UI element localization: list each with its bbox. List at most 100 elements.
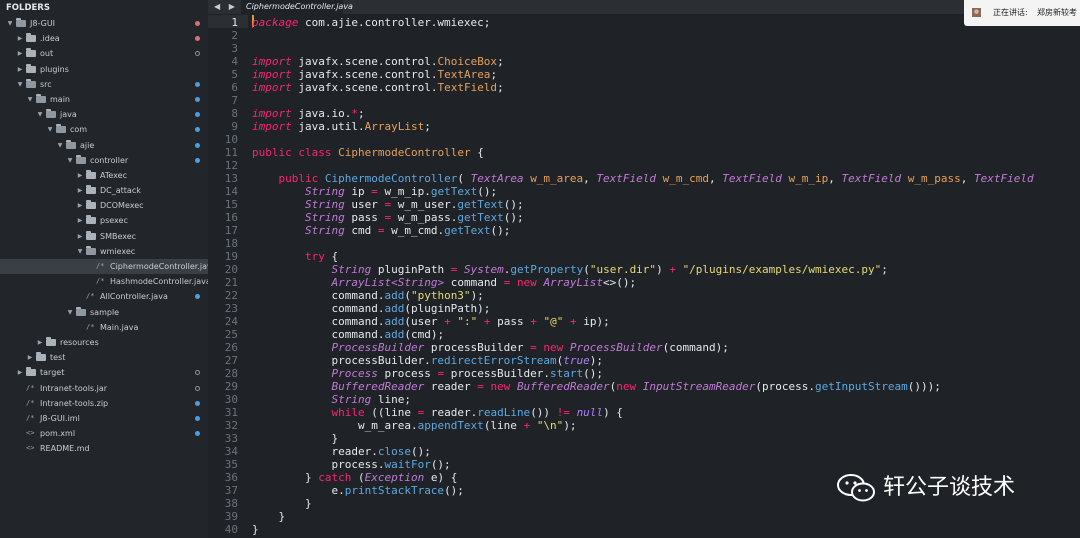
status-dot	[195, 81, 200, 87]
tree-item-intranet-tools-jar[interactable]: /* Intranet-tools.jar	[0, 381, 208, 396]
tree-item-controller[interactable]: ▼ controller	[0, 153, 208, 168]
line-number: 6	[231, 81, 238, 94]
tree-item-hashmodecontroller-java[interactable]: /* HashmodeController.java	[0, 274, 208, 289]
code-line[interactable]: Process process = processBuilder.start()…	[252, 367, 603, 380]
code-line[interactable]: ArrayList<String> command = new ArrayLis…	[252, 276, 636, 289]
code-line[interactable]: } catch (Exception e) {	[252, 471, 457, 484]
code-line[interactable]: String cmd = w_m_cmd.getText();	[252, 224, 510, 237]
tree-item-main[interactable]: ▼ main	[0, 92, 208, 107]
tree-item-com[interactable]: ▼ com	[0, 122, 208, 137]
code-line[interactable]: public CiphermodeController( TextArea w_…	[252, 172, 1034, 185]
code-line[interactable]: String user = w_m_user.getText();	[252, 198, 524, 211]
chevron-right-icon[interactable]: ▶	[16, 46, 24, 61]
chevron-right-icon[interactable]: ▶	[16, 62, 24, 77]
chevron-right-icon[interactable]: ▶	[76, 198, 84, 213]
chevron-right-icon[interactable]: ▶	[26, 350, 34, 365]
chevron-down-icon[interactable]: ▼	[66, 305, 74, 320]
tree-item-ajie[interactable]: ▼ ajie	[0, 138, 208, 153]
chevron-right-icon[interactable]: ▶	[76, 183, 84, 198]
code-line[interactable]: processBuilder.redirectErrorStream(true)…	[252, 354, 603, 367]
chevron-down-icon[interactable]: ▼	[26, 92, 34, 107]
code-line[interactable]: String line;	[252, 393, 411, 406]
tree-item-pom-xml[interactable]: <> pom.xml	[0, 426, 208, 441]
code-line[interactable]: }	[252, 510, 285, 523]
tree-item-dcomexec[interactable]: ▶ DCOMexec	[0, 198, 208, 213]
code-line[interactable]: reader.close();	[252, 445, 430, 458]
code-line[interactable]: command.add(user + ":" + pass + "@" + ip…	[252, 315, 609, 328]
code-token: add	[384, 289, 405, 302]
code-line[interactable]: BufferedReader reader = new BufferedRead…	[252, 380, 940, 393]
status-dot	[195, 51, 200, 57]
code-line[interactable]: process.waitFor();	[252, 458, 450, 471]
chevron-right-icon[interactable]: ▶	[36, 335, 44, 350]
tree-item-atexec[interactable]: ▶ ATexec	[0, 168, 208, 183]
chevron-down-icon[interactable]: ▼	[6, 16, 14, 31]
code-line[interactable]: import javafx.scene.control.TextField;	[252, 81, 504, 94]
tree-item-dc-attack[interactable]: ▶ DC_attack	[0, 183, 208, 198]
tree-item--idea[interactable]: ▶ .idea	[0, 31, 208, 46]
code-line[interactable]: while ((line = reader.readLine()) != nul…	[252, 406, 622, 419]
code-line[interactable]: try {	[252, 250, 338, 263]
chevron-down-icon[interactable]: ▼	[66, 153, 74, 168]
chevron-down-icon[interactable]: ▼	[36, 107, 44, 122]
tree-item-j8-gui[interactable]: ▼ J8-GUI	[0, 16, 208, 31]
chevron-down-icon[interactable]: ▼	[16, 77, 24, 92]
code-line[interactable]: import javafx.scene.control.ChoiceBox;	[252, 55, 504, 68]
code-line[interactable]: import javafx.scene.control.TextArea;	[252, 68, 497, 81]
tree-item-label: README.md	[40, 444, 90, 454]
chevron-down-icon[interactable]: ▼	[76, 244, 84, 259]
code-line[interactable]: command.add("python3");	[252, 289, 483, 302]
tree-item-target[interactable]: ▶ target	[0, 365, 208, 380]
code-line[interactable]: e.printStackTrace();	[252, 484, 463, 497]
code-line[interactable]: }	[252, 497, 312, 510]
code-line[interactable]: import java.util.ArrayList;	[252, 120, 431, 133]
chevron-right-icon[interactable]: ▶	[76, 168, 84, 183]
tree-item-wmiexec[interactable]: ▼ wmiexec	[0, 244, 208, 259]
tree-item-label: SMBexec	[100, 231, 137, 241]
chevron-right-icon[interactable]: ▶	[76, 213, 84, 228]
code-token: Exception	[364, 471, 425, 484]
code-editor[interactable]: package com.ajie.controller.wmiexec; impo…	[252, 14, 1080, 538]
code-token: reader	[424, 380, 478, 393]
tree-item-psexec[interactable]: ▶ psexec	[0, 213, 208, 228]
tree-item-resources[interactable]: ▶ resources	[0, 335, 208, 350]
code-token: true	[563, 354, 590, 367]
chevron-down-icon[interactable]: ▼	[56, 138, 64, 153]
code-line[interactable]: public class CiphermodeController {	[252, 146, 484, 159]
tree-item-main-java[interactable]: /* Main.java	[0, 320, 208, 335]
code-line[interactable]: w_m_area.appendText(line + "\n");	[252, 419, 577, 432]
tree-item-test[interactable]: ▶ test	[0, 350, 208, 365]
code-line[interactable]: command.add(pluginPath);	[252, 302, 490, 315]
tree-item-plugins[interactable]: ▶ plugins	[0, 62, 208, 77]
tree-item-readme-md[interactable]: <> README.md	[0, 441, 208, 456]
tree-item-src[interactable]: ▼ src	[0, 77, 208, 92]
tree-item-intranet-tools-zip[interactable]: /* Intranet-tools.zip	[0, 396, 208, 411]
code-line[interactable]: package com.ajie.controller.wmiexec;	[252, 16, 490, 29]
chevron-down-icon[interactable]: ▼	[46, 122, 54, 137]
chevron-right-icon[interactable]: ▶	[76, 229, 84, 244]
code-token: command.	[252, 302, 385, 315]
code-line[interactable]: String pluginPath = System.getProperty("…	[252, 263, 887, 276]
code-line[interactable]: }	[252, 523, 259, 536]
tree-item-j8-gui-iml[interactable]: /* J8-GUI.iml	[0, 411, 208, 426]
code-line[interactable]: import java.io.*;	[252, 107, 365, 120]
code-line[interactable]: String ip = w_m_ip.getText();	[252, 185, 497, 198]
chevron-right-icon[interactable]: ▶	[16, 365, 24, 380]
code-line[interactable]: String pass = w_m_pass.getText();	[252, 211, 524, 224]
tab-ciphermode-controller[interactable]: CiphermodeController.java	[241, 0, 353, 14]
tree-item-out[interactable]: ▶ out	[0, 46, 208, 61]
tab-nav-arrows-icon[interactable]: ◀ ▶	[214, 0, 238, 14]
tree-item-allcontroller-java[interactable]: /* AllController.java	[0, 289, 208, 304]
code-line[interactable]: command.add(cmd);	[252, 328, 444, 341]
code-line[interactable]: ProcessBuilder processBuilder = new Proc…	[252, 341, 728, 354]
tree-item-smbexec[interactable]: ▶ SMBexec	[0, 229, 208, 244]
code-token: process	[377, 367, 438, 380]
code-line[interactable]: }	[252, 432, 338, 445]
tree-item-java[interactable]: ▼ java	[0, 107, 208, 122]
line-number: 37	[224, 484, 238, 497]
chevron-right-icon[interactable]: ▶	[16, 31, 24, 46]
tree-item-sample[interactable]: ▼ sample	[0, 305, 208, 320]
tree-item-ciphermodecontroller-java[interactable]: /* CiphermodeController.java	[0, 259, 208, 275]
